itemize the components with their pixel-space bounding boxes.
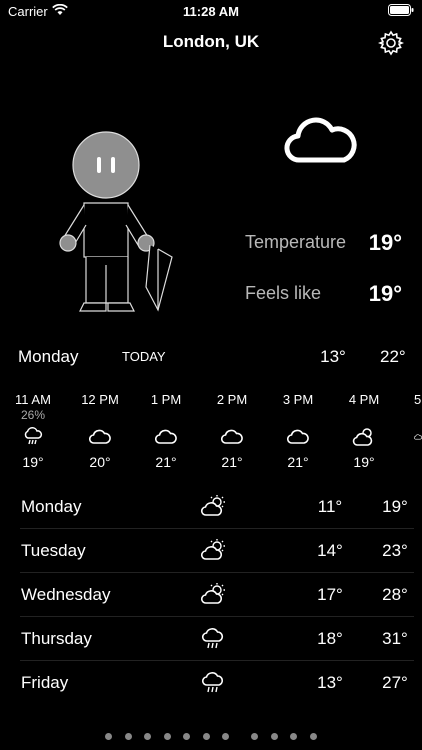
rain-cloud-icon [201,672,224,693]
daily-high: 28° [382,585,408,604]
page-dot[interactable] [124,733,132,740]
rain-cloud-icon [3,424,63,450]
hour-item: 1 PM 21° [136,392,196,470]
hour-temp: 20° [89,454,111,470]
hour-item: 2 PM 21° [202,392,262,470]
daily-row: Thursday 18° 31° [20,617,414,661]
page-dot[interactable] [183,733,191,740]
hour-item: 5 [396,392,422,454]
rain-cloud-icon [201,628,224,649]
hour-precip: 26% [20,408,46,422]
hour-precip [334,408,394,424]
hour-time: 11 AM [15,392,51,407]
today-tag: TODAY [122,349,166,364]
hour-precip [70,408,130,424]
daily-row: Monday 11° 19° [20,485,414,529]
page-indicator[interactable] [0,727,422,745]
status-time: 11:28 AM [183,4,239,19]
feels-like-value: 19° [368,281,402,306]
city-title: London, UK [162,32,260,51]
hour-time: 2 PM [216,392,248,407]
temperature-value: 19° [368,230,402,255]
page-dot[interactable] [290,733,298,740]
page-dot[interactable] [105,733,113,740]
cloud-icon [136,424,196,450]
daily-row: Wednesday 17° 28° [20,573,414,617]
page-dot[interactable] [270,733,278,740]
cloud-icon [202,424,262,450]
today-low: 13° [320,347,346,366]
today-day: Monday [18,347,79,366]
feels-like-label: Feels like [245,283,322,303]
hour-time: 4 PM [348,392,380,407]
hour-precip [396,408,422,424]
hour-temp: 21° [221,454,243,470]
partly-cloudy-icon [334,424,394,450]
daily-low: 18° [317,629,343,648]
status-bar: Carrier 11:28 AM [0,0,422,22]
hour-time: 1 PM [150,392,182,407]
hour-precip [136,408,196,424]
daily-day: Tuesday [21,541,86,560]
daily-day: Thursday [21,629,92,648]
partly-sunny-icon [200,539,225,560]
daily-low: 14° [317,541,343,560]
today-high: 22° [380,347,406,366]
hour-item: 12 PM 20° [70,392,130,470]
cloud-icon [268,424,328,450]
battery-icon [388,4,414,16]
hour-precip [268,408,328,424]
hour-precip [202,408,262,424]
gear-icon[interactable] [378,30,404,56]
partly-sunny-icon [200,583,225,604]
temperature-label: Temperature [245,232,347,252]
daily-high: 27° [382,673,408,692]
daily-day: Wednesday [21,585,111,604]
daily-low: 13° [317,673,343,692]
page-dot[interactable] [221,733,229,740]
daily-low: 17° [317,585,343,604]
page-dot[interactable] [202,733,210,740]
daily-forecast: Monday 11° 19° Tuesday 14° 23° Wednesday… [20,485,414,704]
hour-time: 5 [414,392,422,407]
hour-item: 4 PM 19° [334,392,394,470]
daily-high: 23° [382,541,408,560]
hour-item: 3 PM 21° [268,392,328,470]
daily-low: 11° [317,497,343,516]
hour-time: 12 PM [81,392,119,407]
partly-sunny-icon [200,495,225,516]
hour-item: 11 AM 26% 19° [3,392,63,470]
cloud-icon [70,424,130,450]
daily-day: Friday [21,673,69,692]
daily-high: 19° [382,497,408,516]
hour-time: 3 PM [282,392,314,407]
daily-row: Tuesday 14° 23° [20,529,414,573]
hour-temp: 21° [287,454,309,470]
character-figure [59,131,173,312]
page-dot[interactable] [309,733,317,740]
page-dot[interactable] [163,733,171,740]
daily-high: 31° [382,629,408,648]
daily-row: Friday 13° 27° [20,661,414,704]
cloud-icon [284,117,357,163]
hour-temp: 19° [22,454,44,470]
hour-temp: 21° [155,454,177,470]
page-dot[interactable] [144,733,152,740]
hour-temp: 19° [353,454,375,470]
daily-day: Monday [21,497,82,516]
cloud-icon [396,424,422,450]
page-dot[interactable] [251,733,259,740]
